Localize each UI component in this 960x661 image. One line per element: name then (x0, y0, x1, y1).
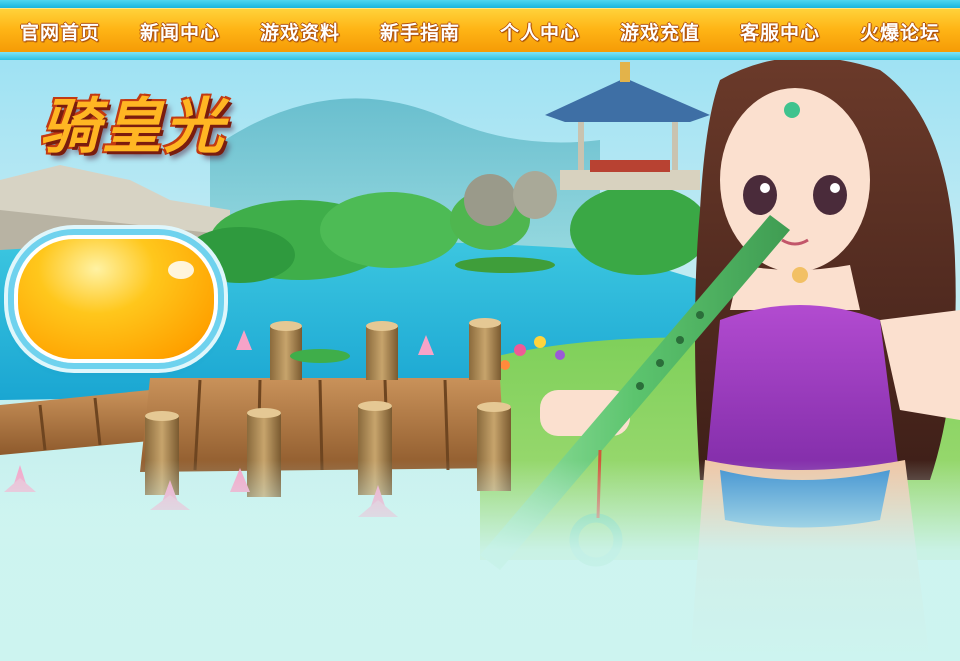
button-shine (168, 261, 194, 279)
top-accent-strip (0, 0, 960, 8)
nav-item-beginner-guide[interactable]: 新手指南 (360, 18, 480, 45)
nav-item-game-info[interactable]: 游戏资料 (240, 18, 360, 45)
nav-bottom-strip (0, 52, 960, 60)
main-navigation: 官网首页 新闻中心 游戏资料 新手指南 个人中心 游戏充值 客服中心 火爆论坛 (0, 8, 960, 53)
hero-banner: 骑皇光 (0, 60, 960, 661)
nav-item-forum[interactable]: 火爆论坛 (840, 18, 960, 45)
nav-item-news[interactable]: 新闻中心 (120, 18, 240, 45)
nav-item-recharge[interactable]: 游戏充值 (600, 18, 720, 45)
game-logo: 骑皇光 (40, 92, 226, 162)
start-game-button[interactable] (14, 235, 218, 363)
nav-item-home[interactable]: 官网首页 (0, 18, 120, 45)
nav-item-user-center[interactable]: 个人中心 (480, 18, 600, 45)
nav-item-support[interactable]: 客服中心 (720, 18, 840, 45)
pavilion (545, 62, 710, 190)
bottom-fade (0, 460, 960, 661)
